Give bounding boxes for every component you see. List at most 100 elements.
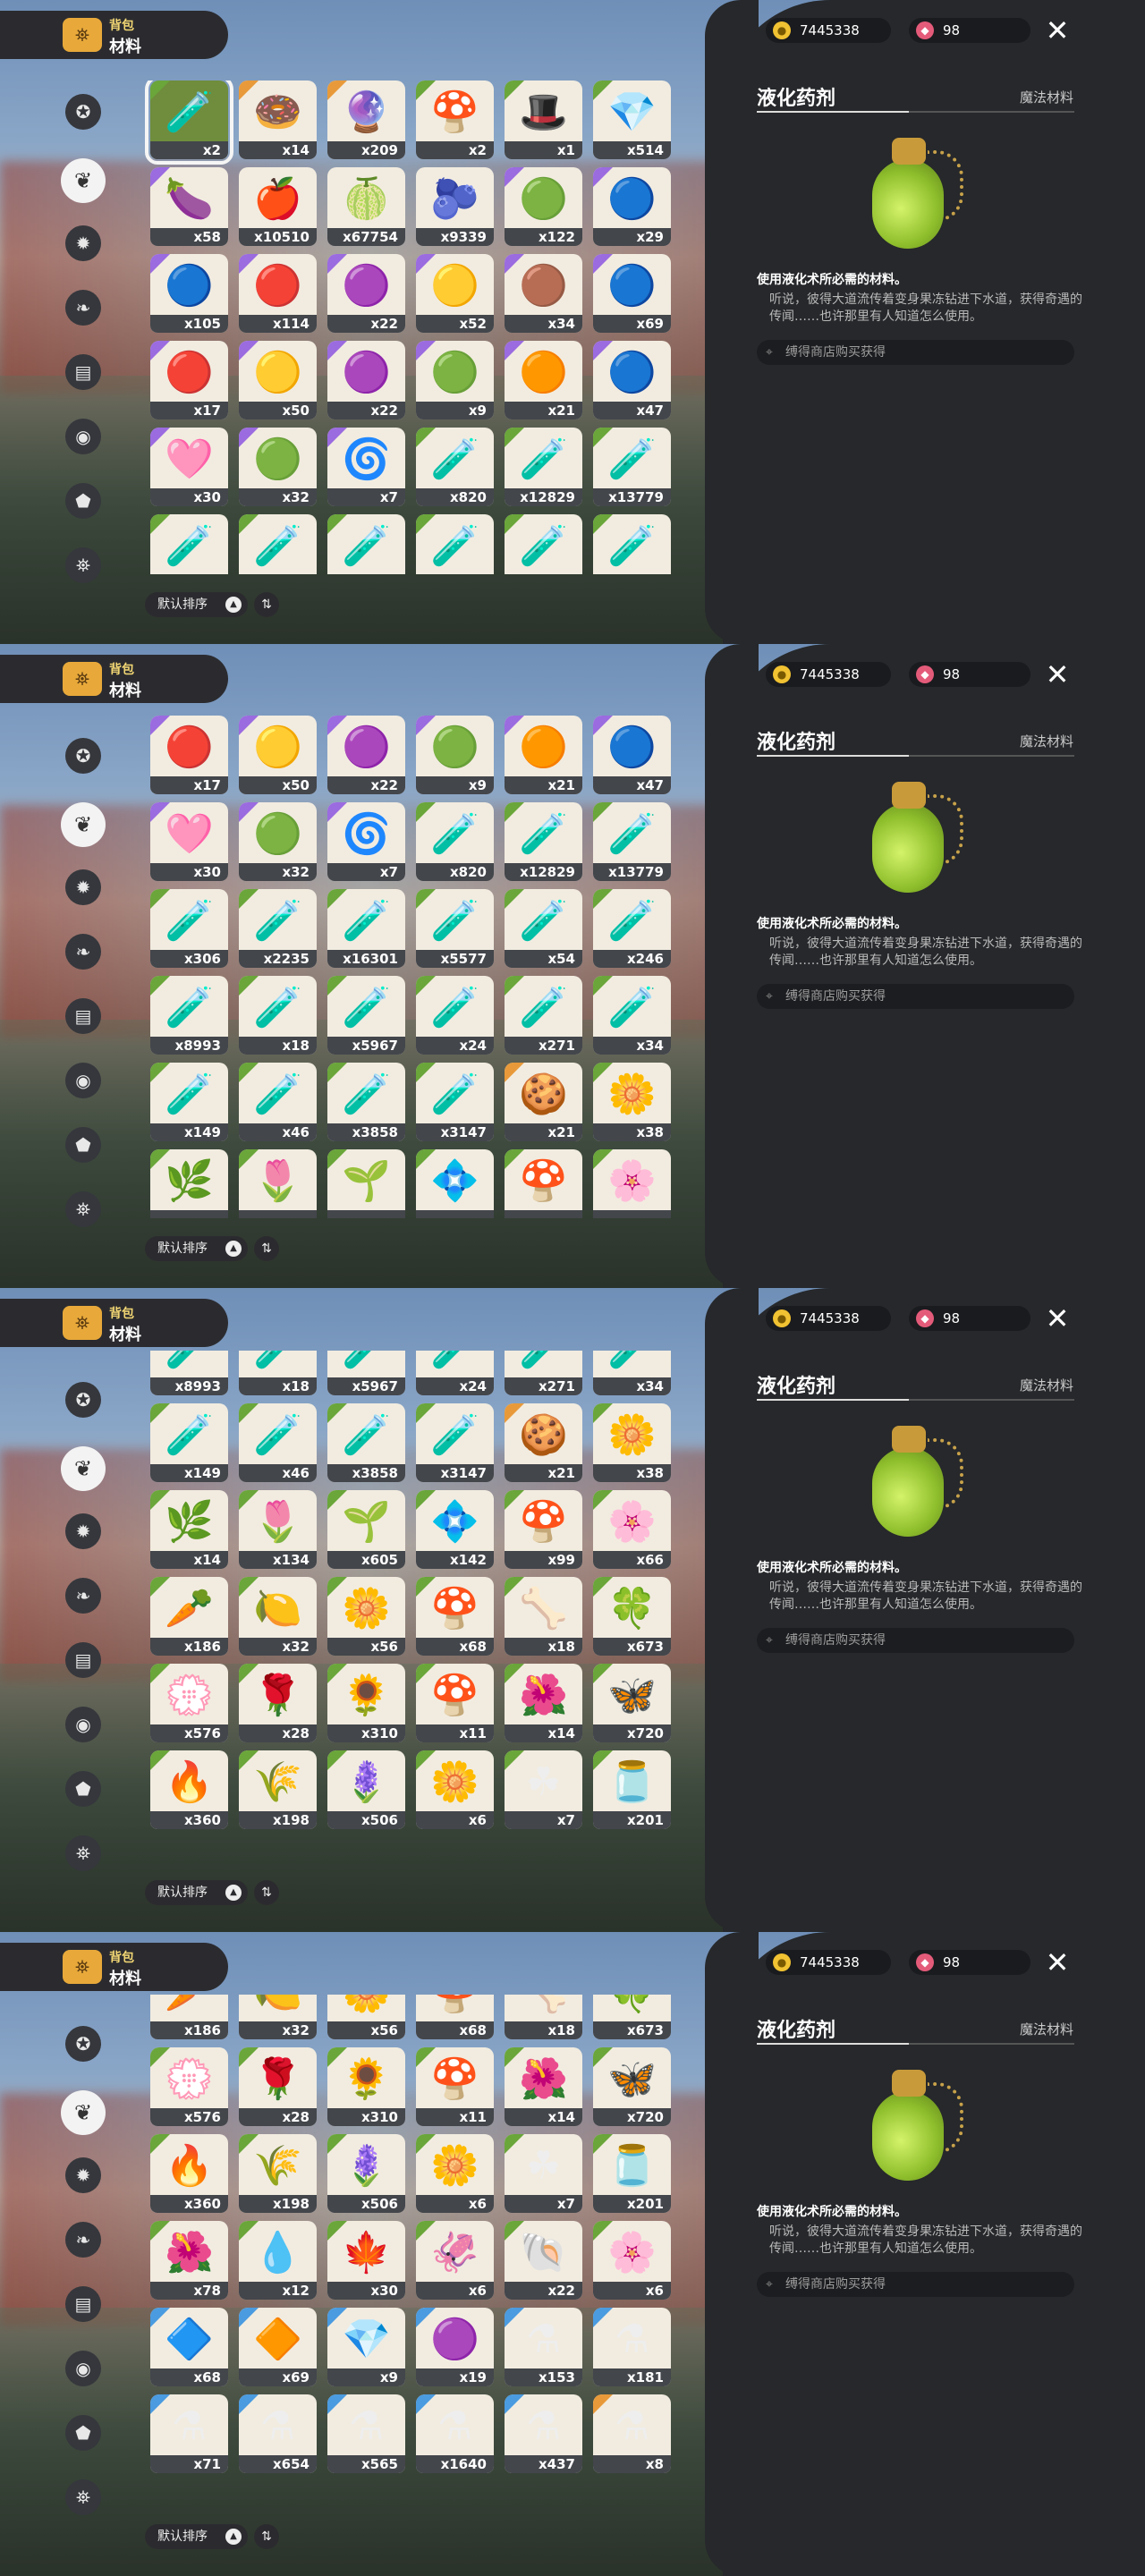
- item-tile[interactable]: 🧪 x16301: [327, 889, 405, 968]
- close-button[interactable]: ✕: [1043, 16, 1072, 45]
- item-tile[interactable]: 🔵 x29: [593, 167, 671, 246]
- item-tile[interactable]: 🌹 x28: [239, 1664, 317, 1742]
- category-tab-gear[interactable]: ✹: [65, 2157, 101, 2193]
- item-tile[interactable]: 🔷 x68: [150, 2308, 228, 2386]
- item-tile[interactable]: 🔵 x47: [593, 341, 671, 419]
- item-tile[interactable]: 🌱: [327, 1149, 405, 1218]
- item-tile[interactable]: 🧪x34: [593, 1351, 671, 1395]
- item-tile[interactable]: 🟢 x32: [239, 802, 317, 881]
- item-tile[interactable]: 🧪 x3858: [327, 1403, 405, 1482]
- category-tab-bag[interactable]: ⛯: [65, 547, 101, 583]
- item-tile[interactable]: 🌿: [150, 1149, 228, 1218]
- item-tile[interactable]: 🥕x186: [150, 1995, 228, 2039]
- category-tab-tag[interactable]: ◉: [65, 2351, 101, 2386]
- item-tile[interactable]: 🌼x56: [327, 1995, 405, 2039]
- sort-direction-button[interactable]: ⇅: [254, 1880, 279, 1905]
- item-tile[interactable]: 🧪x271: [505, 1351, 582, 1395]
- item-tile[interactable]: ☘ x7: [505, 1750, 582, 1829]
- category-tab-acorn[interactable]: ⬟: [65, 1771, 101, 1807]
- close-button[interactable]: ✕: [1043, 660, 1072, 689]
- sort-button[interactable]: 默认排序 ▲: [145, 1236, 248, 1261]
- category-tab-leaf-dark[interactable]: ❧: [65, 290, 101, 326]
- item-tile[interactable]: 🌻 x310: [327, 2047, 405, 2126]
- item-tile[interactable]: 🌺 x14: [505, 1664, 582, 1742]
- item-tile[interactable]: 🦑 x6: [416, 2221, 494, 2300]
- category-tab-gear[interactable]: ✹: [65, 869, 101, 905]
- item-tile[interactable]: ⚗ x1640: [416, 2394, 494, 2473]
- item-tile[interactable]: 🧪 x46: [239, 1063, 317, 1141]
- item-tile[interactable]: 🧪 x3147: [416, 1063, 494, 1141]
- item-tile[interactable]: 🟡 x52: [416, 254, 494, 333]
- category-tab-acorn[interactable]: ⬟: [65, 1127, 101, 1163]
- item-tile[interactable]: 🧪: [505, 514, 582, 574]
- item-tile[interactable]: 🟤 x34: [505, 254, 582, 333]
- item-tile[interactable]: 🌼x56: [327, 1577, 405, 1656]
- sort-direction-button[interactable]: ⇅: [254, 592, 279, 617]
- item-tile[interactable]: 🧪 x3147: [416, 1403, 494, 1482]
- item-tile[interactable]: 🧪 x8993: [150, 976, 228, 1055]
- item-tile[interactable]: 🌹 x28: [239, 2047, 317, 2126]
- category-tab-bag[interactable]: ⛯: [65, 1835, 101, 1871]
- item-tile[interactable]: ☘ x7: [505, 2134, 582, 2213]
- item-tile[interactable]: 🥕x186: [150, 1577, 228, 1656]
- sort-direction-button[interactable]: ⇅: [254, 2524, 279, 2549]
- item-tile[interactable]: 🟢 x32: [239, 428, 317, 506]
- item-tile[interactable]: 🍁 x30: [327, 2221, 405, 2300]
- item-tile[interactable]: 🔥 x360: [150, 1750, 228, 1829]
- item-tile[interactable]: ⚗ x71: [150, 2394, 228, 2473]
- item-tile[interactable]: 🎩 x1: [505, 80, 582, 159]
- category-tab-gear[interactable]: ✹: [65, 225, 101, 261]
- item-tile[interactable]: 🌀 x7: [327, 428, 405, 506]
- item-tile[interactable]: 🧪x34: [593, 976, 671, 1055]
- item-tile[interactable]: 🩷 x30: [150, 802, 228, 881]
- item-tile[interactable]: 🌼 x38: [593, 1403, 671, 1482]
- category-tab-scroll[interactable]: ▤: [65, 2286, 101, 2322]
- item-tile[interactable]: 🦋 x720: [593, 2047, 671, 2126]
- item-tile[interactable]: 🧪: [327, 514, 405, 574]
- category-tab-leaf[interactable]: ❦: [61, 802, 106, 847]
- item-tile[interactable]: 🧪 x5577: [416, 889, 494, 968]
- item-tile[interactable]: 🔵 x47: [593, 716, 671, 794]
- category-tab-leaf[interactable]: ❦: [61, 158, 106, 203]
- category-tab-tag[interactable]: ◉: [65, 1063, 101, 1098]
- item-tile[interactable]: 🍎 x10510: [239, 167, 317, 246]
- item-tile[interactable]: 🧪 x306: [150, 889, 228, 968]
- item-tile[interactable]: 🍀x673: [593, 1577, 671, 1656]
- item-tile[interactable]: 🔴 x114: [239, 254, 317, 333]
- category-tab-scroll[interactable]: ▤: [65, 998, 101, 1034]
- item-tile[interactable]: 🌺 x78: [150, 2221, 228, 2300]
- item-tile[interactable]: 🪻 x506: [327, 2134, 405, 2213]
- item-tile[interactable]: ⚗ x437: [505, 2394, 582, 2473]
- item-tile[interactable]: 🧪 x54: [505, 889, 582, 968]
- item-tile[interactable]: 🍪 x21: [505, 1063, 582, 1141]
- sort-direction-button[interactable]: ⇅: [254, 1236, 279, 1261]
- item-tile[interactable]: 🟢 x9: [416, 716, 494, 794]
- item-tile[interactable]: 🟣 x22: [327, 341, 405, 419]
- item-tile[interactable]: 🧪 x46: [239, 1403, 317, 1482]
- item-tile[interactable]: 🧪 x13779: [593, 802, 671, 881]
- item-tile[interactable]: 🧪 x149: [150, 1063, 228, 1141]
- item-tile[interactable]: 🧪x5967: [327, 1351, 405, 1395]
- item-tile[interactable]: 🍀x673: [593, 1995, 671, 2039]
- item-tile[interactable]: 🌾 x198: [239, 2134, 317, 2213]
- category-tab-leaf[interactable]: ❦: [61, 1446, 106, 1491]
- item-tile[interactable]: 💠: [416, 1149, 494, 1218]
- item-tile[interactable]: 🧪x18: [239, 976, 317, 1055]
- item-tile[interactable]: 🌿 x14: [150, 1490, 228, 1569]
- item-tile[interactable]: 🧪 x2: [145, 80, 233, 165]
- item-tile[interactable]: 🧪: [150, 514, 228, 574]
- item-tile[interactable]: 🔶 x69: [239, 2308, 317, 2386]
- item-tile[interactable]: 🧪 x246: [593, 889, 671, 968]
- item-tile[interactable]: 🧪 x24: [416, 976, 494, 1055]
- item-tile[interactable]: 🌻 x310: [327, 1664, 405, 1742]
- item-tile[interactable]: 🧪x18: [239, 1351, 317, 1395]
- item-tile[interactable]: 🍄: [505, 1149, 582, 1218]
- item-tile[interactable]: 🦴 x18: [505, 1577, 582, 1656]
- item-tile[interactable]: 🌀 x7: [327, 802, 405, 881]
- item-tile[interactable]: 🍄 x11: [416, 1664, 494, 1742]
- item-tile[interactable]: 🧪: [593, 514, 671, 574]
- item-tile[interactable]: 🔴 x17: [150, 341, 228, 419]
- item-tile[interactable]: 🫙 x201: [593, 2134, 671, 2213]
- item-tile[interactable]: 🧪 x149: [150, 1403, 228, 1482]
- category-tab-star[interactable]: ✪: [65, 2026, 101, 2062]
